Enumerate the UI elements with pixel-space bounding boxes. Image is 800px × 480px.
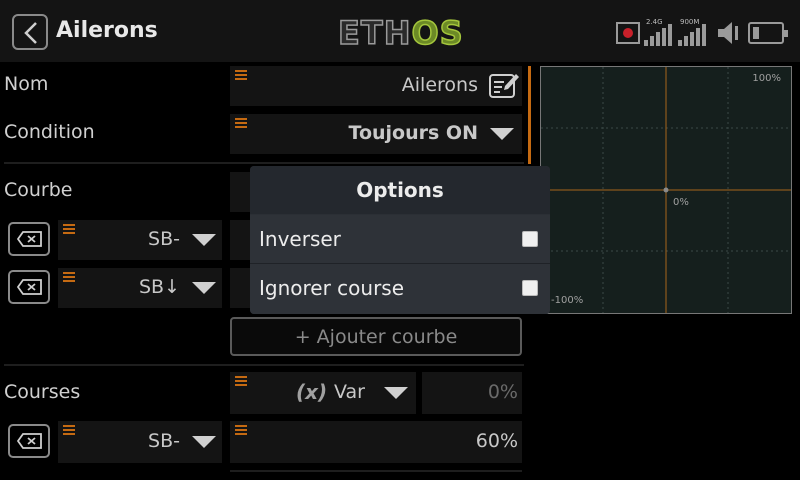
courses-value-field[interactable]: 0% <box>422 372 522 414</box>
drag-handle-icon <box>235 70 247 81</box>
signal-900m-icon: 900M <box>678 18 706 48</box>
curve-2-value-field[interactable] <box>230 268 252 308</box>
chevron-down-icon <box>192 436 216 448</box>
option-ignorer-label: Ignorer course <box>259 276 405 300</box>
drag-handle-icon <box>235 118 247 129</box>
inverser-checkbox[interactable] <box>522 231 538 247</box>
volume-icon <box>718 22 738 44</box>
drag-handle-icon <box>235 376 247 387</box>
separator <box>230 470 522 472</box>
backspace-icon <box>17 231 42 247</box>
delete-course-1-button[interactable] <box>8 424 50 458</box>
options-dialog: Options Inverser Ignorer course <box>250 166 550 314</box>
separator <box>4 162 524 164</box>
back-button[interactable] <box>12 14 48 50</box>
header: Ailerons ETHOS 2.4G 900M <box>0 0 800 62</box>
record-icon <box>616 22 640 44</box>
courses-value: 0% <box>487 381 518 403</box>
graph-top-label: 100% <box>752 73 781 84</box>
ethos-logo: ETHOS <box>337 13 464 53</box>
course-1-source: SB- <box>148 430 180 452</box>
ignorer-course-checkbox[interactable] <box>522 280 538 296</box>
graph-bottom-label: -100% <box>551 295 584 306</box>
curve-2-source-dropdown[interactable]: SB↓ <box>58 268 222 308</box>
drag-handle-icon <box>63 425 75 436</box>
graph-grid <box>541 67 791 313</box>
drag-handle-icon <box>235 425 247 436</box>
condition-value: Toujours ON <box>348 122 478 144</box>
curve-graph: 100% 0% -100% <box>540 66 792 314</box>
courbe-label: Courbe <box>4 179 73 201</box>
curve-1-source: SB- <box>148 228 180 250</box>
chevron-left-icon <box>24 22 37 44</box>
drag-handle-icon <box>63 224 75 235</box>
dialog-title: Options <box>250 166 550 214</box>
course-1-value: 60% <box>475 430 518 452</box>
add-curve-label: + Ajouter courbe <box>294 326 458 348</box>
backspace-icon <box>17 433 42 449</box>
option-ignorer-course[interactable]: Ignorer course <box>250 264 550 314</box>
variable-icon: (x) <box>296 380 328 404</box>
nom-value: Ailerons <box>401 74 478 96</box>
courses-var-value: Var <box>334 381 365 403</box>
condition-label: Condition <box>4 121 95 143</box>
delete-curve-1-button[interactable] <box>8 222 50 256</box>
add-curve-button[interactable]: + Ajouter courbe <box>230 317 522 356</box>
nom-field[interactable]: Ailerons <box>230 66 522 106</box>
option-inverser[interactable]: Inverser <box>250 215 550 263</box>
course-1-value-field[interactable]: 60% <box>230 421 522 463</box>
course-1-source-dropdown[interactable]: SB- <box>58 421 222 463</box>
chevron-down-icon <box>384 387 408 399</box>
chevron-down-icon <box>192 282 216 294</box>
backspace-icon <box>17 279 42 295</box>
curve-2-source: SB↓ <box>138 276 180 298</box>
separator <box>4 364 524 366</box>
chevron-down-icon <box>490 128 514 140</box>
curve-1-value-field[interactable] <box>230 220 252 260</box>
battery-icon <box>748 22 788 44</box>
curve-1-source-dropdown[interactable]: SB- <box>58 220 222 260</box>
chevron-down-icon <box>192 234 216 246</box>
nom-label: Nom <box>4 73 49 95</box>
condition-dropdown[interactable]: Toujours ON <box>230 114 522 154</box>
graph-center-label: 0% <box>673 197 689 208</box>
drag-handle-icon <box>63 272 75 283</box>
scroll-indicator[interactable] <box>528 66 531 164</box>
page-title: Ailerons <box>56 18 158 43</box>
courses-label: Courses <box>4 381 81 403</box>
option-inverser-label: Inverser <box>259 227 341 251</box>
signal-24g-icon: 2.4G <box>644 18 672 48</box>
delete-curve-2-button[interactable] <box>8 270 50 304</box>
status-bar: 2.4G 900M <box>616 18 792 48</box>
edit-icon[interactable] <box>488 72 520 100</box>
courses-var-dropdown[interactable]: (x) Var <box>230 372 416 414</box>
